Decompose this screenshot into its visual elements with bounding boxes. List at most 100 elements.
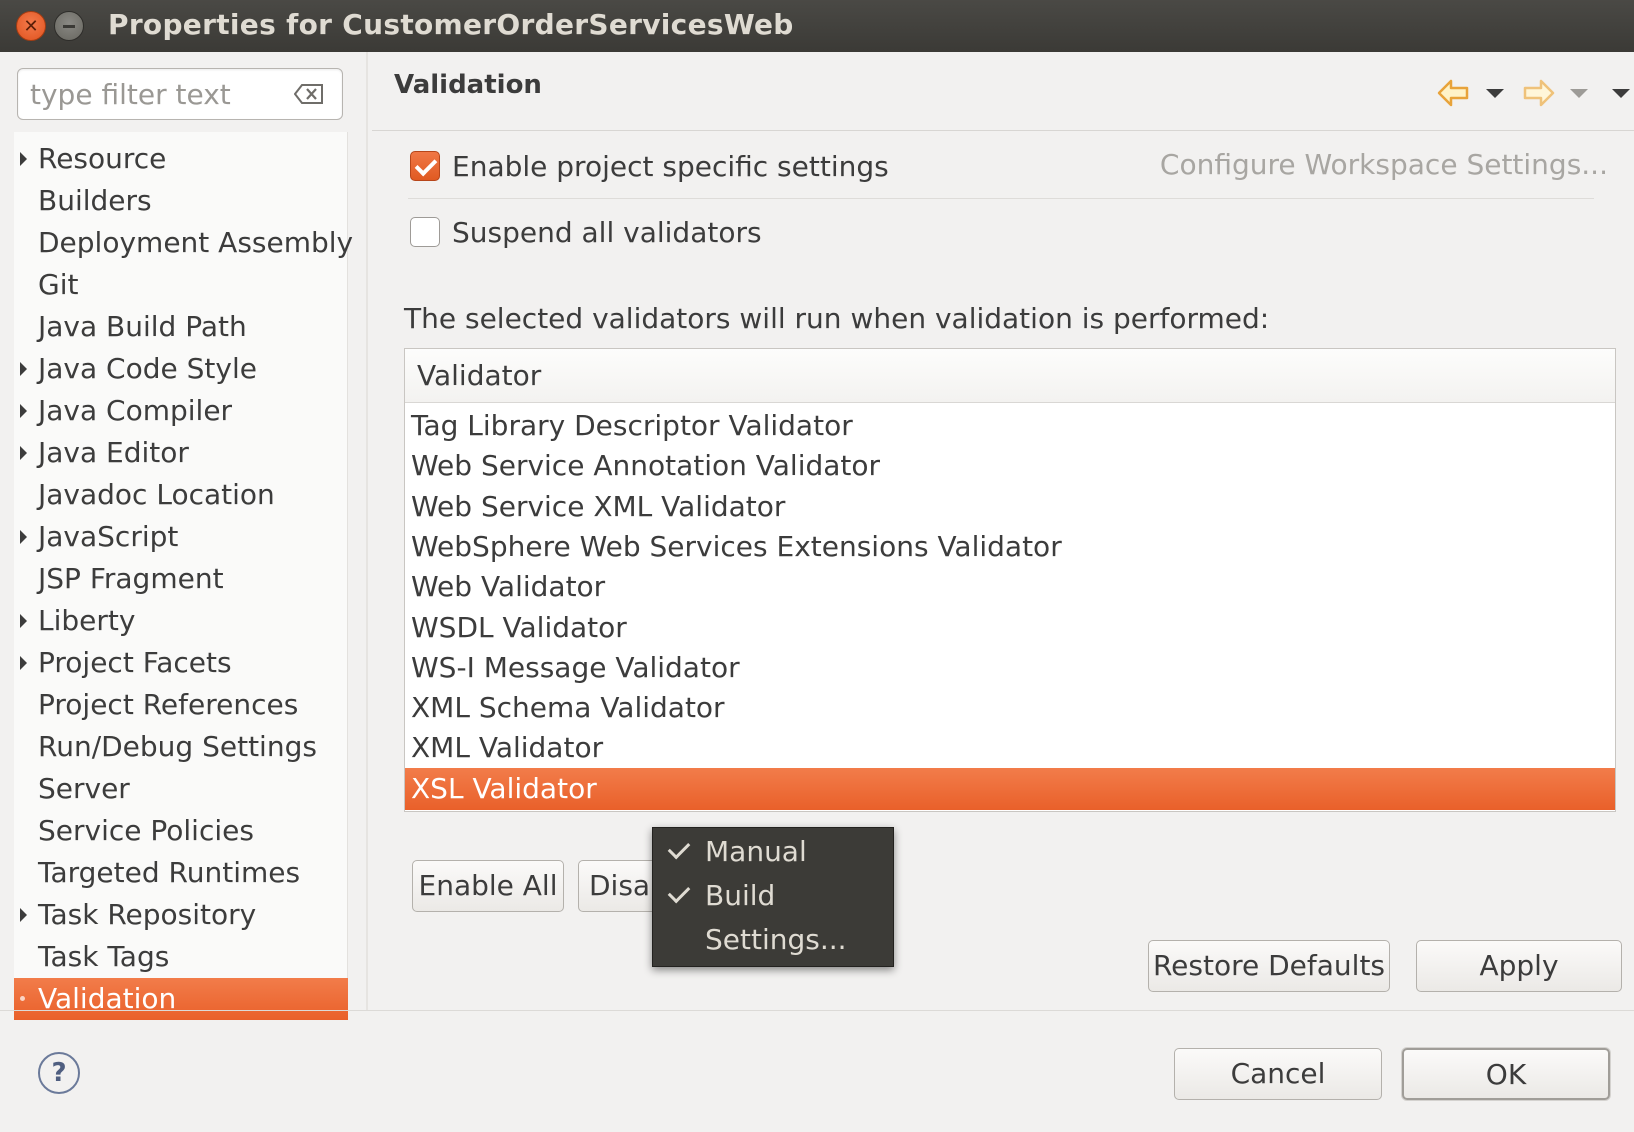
menu-item-label: Manual xyxy=(705,835,807,868)
suspend-all-validators-label: Suspend all validators xyxy=(452,215,762,249)
filter-box[interactable] xyxy=(17,68,343,120)
validation-page: Validation Enable project specific setti… xyxy=(368,52,1634,1010)
tree-item-builders[interactable]: Builders xyxy=(14,180,348,222)
help-icon[interactable]: ? xyxy=(38,1052,80,1094)
property-tree: Resource Builders Deployment Assembly Git Ja… xyxy=(14,132,353,1020)
tree-item-label: Java Compiler xyxy=(38,394,233,427)
configure-workspace-link[interactable]: Configure Workspace Settings... xyxy=(1160,148,1608,181)
tree-item-java-build-path[interactable]: Java Build Path xyxy=(14,306,348,348)
tree-item-label: Java Code Style xyxy=(38,352,257,385)
tree-item-label: Targeted Runtimes xyxy=(38,856,301,889)
enable-project-settings-checkbox[interactable] xyxy=(410,151,440,181)
tree-item-git[interactable]: Git xyxy=(14,264,348,306)
tree-item-label: Git xyxy=(38,268,79,301)
checkmark-icon xyxy=(667,836,691,860)
suspend-all-validators-checkbox[interactable] xyxy=(410,217,440,247)
forward-arrow-icon[interactable] xyxy=(1520,76,1556,110)
tree-item-deployment-assembly[interactable]: Deployment Assembly xyxy=(14,222,353,264)
filter-input[interactable] xyxy=(30,78,280,110)
validator-row[interactable]: WS-I Message Validator xyxy=(405,647,1615,689)
validator-row[interactable]: XSL Validator xyxy=(405,767,1615,810)
ok-button[interactable]: OK xyxy=(1402,1048,1610,1100)
tree-item-label: Validation xyxy=(38,982,177,1015)
expand-arrow-icon[interactable] xyxy=(20,614,27,628)
tree-item-resource[interactable]: Resource xyxy=(14,138,348,180)
tree-item-project-facets[interactable]: Project Facets xyxy=(14,642,348,684)
validator-row[interactable]: WSDL Validator xyxy=(405,607,1615,649)
cancel-button[interactable]: Cancel xyxy=(1174,1048,1382,1100)
menu-item-settings[interactable]: Settings... xyxy=(653,918,893,962)
tree-item-label: Server xyxy=(38,772,130,805)
bottom-separator xyxy=(0,1010,1634,1011)
tree-item-liberty[interactable]: Liberty xyxy=(14,600,348,642)
tree-item-service-policies[interactable]: Service Policies xyxy=(14,810,348,852)
tree-item-java-code-style[interactable]: Java Code Style xyxy=(14,348,348,390)
tree-item-validation[interactable]: Validation xyxy=(14,978,348,1020)
validator-column-header[interactable]: Validator xyxy=(405,349,1615,403)
apply-button[interactable]: Apply xyxy=(1416,940,1622,992)
title-bar: ✕ Properties for CustomerOrderServicesWe… xyxy=(0,0,1634,52)
tree-item-task-repository[interactable]: Task Repository xyxy=(14,894,348,936)
clear-filter-icon[interactable] xyxy=(294,84,324,104)
tree-item-jsp-fragment[interactable]: JSP Fragment xyxy=(14,558,348,600)
enable-project-settings[interactable]: Enable project specific settings xyxy=(410,146,889,186)
expand-arrow-icon[interactable] xyxy=(20,908,27,922)
suspend-all-validators[interactable]: Suspend all validators xyxy=(410,212,762,252)
expand-arrow-icon[interactable] xyxy=(20,152,27,166)
tree-item-label: Javadoc Location xyxy=(38,478,275,511)
validator-table: Validator Tag Library Descriptor Validat… xyxy=(404,348,1616,812)
validator-row[interactable]: WebSphere Web Services Extensions Valida… xyxy=(405,526,1615,568)
expand-arrow-icon[interactable] xyxy=(20,446,27,460)
tree-item-label: JavaScript xyxy=(38,520,179,553)
header-separator xyxy=(372,130,1634,131)
tree-item-targeted-runtimes[interactable]: Targeted Runtimes xyxy=(14,852,348,894)
tree-item-java-editor[interactable]: Java Editor xyxy=(14,432,348,474)
settings-separator xyxy=(408,198,1594,199)
view-menu-icon[interactable] xyxy=(1612,89,1630,98)
tree-item-label: Liberty xyxy=(38,604,136,637)
back-arrow-icon[interactable] xyxy=(1436,76,1472,110)
menu-item-build[interactable]: Build xyxy=(653,874,893,918)
tree-item-server[interactable]: Server xyxy=(14,768,348,810)
enable-all-button[interactable]: Enable All xyxy=(412,860,564,912)
minimize-icon[interactable] xyxy=(54,11,84,41)
tree-item-label: Resource xyxy=(38,142,167,175)
validators-description: The selected validators will run when va… xyxy=(404,302,1270,335)
tree-item-label: Task Repository xyxy=(38,898,257,931)
tree-item-java-compiler[interactable]: Java Compiler xyxy=(14,390,348,432)
validator-row[interactable]: Web Validator xyxy=(405,566,1615,608)
back-history-dropdown-icon[interactable] xyxy=(1486,89,1504,98)
tree-item-run-debug-settings[interactable]: Run/Debug Settings xyxy=(14,726,348,768)
expand-arrow-icon[interactable] xyxy=(20,362,27,376)
tree-item-javadoc-location[interactable]: Javadoc Location xyxy=(14,474,348,516)
page-navigation xyxy=(1400,72,1630,112)
tree-item-label: Project Facets xyxy=(38,646,232,679)
tree-item-label: JSP Fragment xyxy=(38,562,224,595)
tree-item-label: Run/Debug Settings xyxy=(38,730,317,763)
tree-item-javascript[interactable]: JavaScript xyxy=(14,516,348,558)
expand-arrow-icon[interactable] xyxy=(20,656,27,670)
validator-row[interactable]: Tag Library Descriptor Validator xyxy=(405,405,1615,447)
validator-row[interactable]: Web Service XML Validator xyxy=(405,486,1615,528)
restore-defaults-button[interactable]: Restore Defaults xyxy=(1148,940,1390,992)
tree-item-label: Service Policies xyxy=(38,814,254,847)
expand-arrow-icon[interactable] xyxy=(20,530,27,544)
validator-row[interactable]: XML Validator xyxy=(405,727,1615,769)
page-title: Validation xyxy=(394,70,542,100)
checkmark-icon xyxy=(667,880,691,904)
tree-item-label: Java Build Path xyxy=(38,310,247,343)
properties-dialog: ✕ Properties for CustomerOrderServicesWe… xyxy=(0,0,1634,1132)
tree-item-label: Deployment Assembly xyxy=(38,226,354,259)
menu-item-manual[interactable]: Manual xyxy=(653,830,893,874)
tree-item-project-references[interactable]: Project References xyxy=(14,684,348,726)
expand-arrow-icon[interactable] xyxy=(20,404,27,418)
enable-project-settings-label: Enable project specific settings xyxy=(452,149,889,183)
validator-row[interactable]: XML Schema Validator xyxy=(405,687,1615,729)
validator-row[interactable]: Web Service Annotation Validator xyxy=(405,445,1615,487)
forward-history-dropdown-icon[interactable] xyxy=(1570,89,1588,98)
close-icon[interactable]: ✕ xyxy=(16,11,46,41)
tree-item-label: Project References xyxy=(38,688,299,721)
left-panel: Resource Builders Deployment Assembly Git Ja… xyxy=(0,52,366,1020)
tree-item-task-tags[interactable]: Task Tags xyxy=(14,936,348,978)
tree-item-label: Java Editor xyxy=(38,436,189,469)
